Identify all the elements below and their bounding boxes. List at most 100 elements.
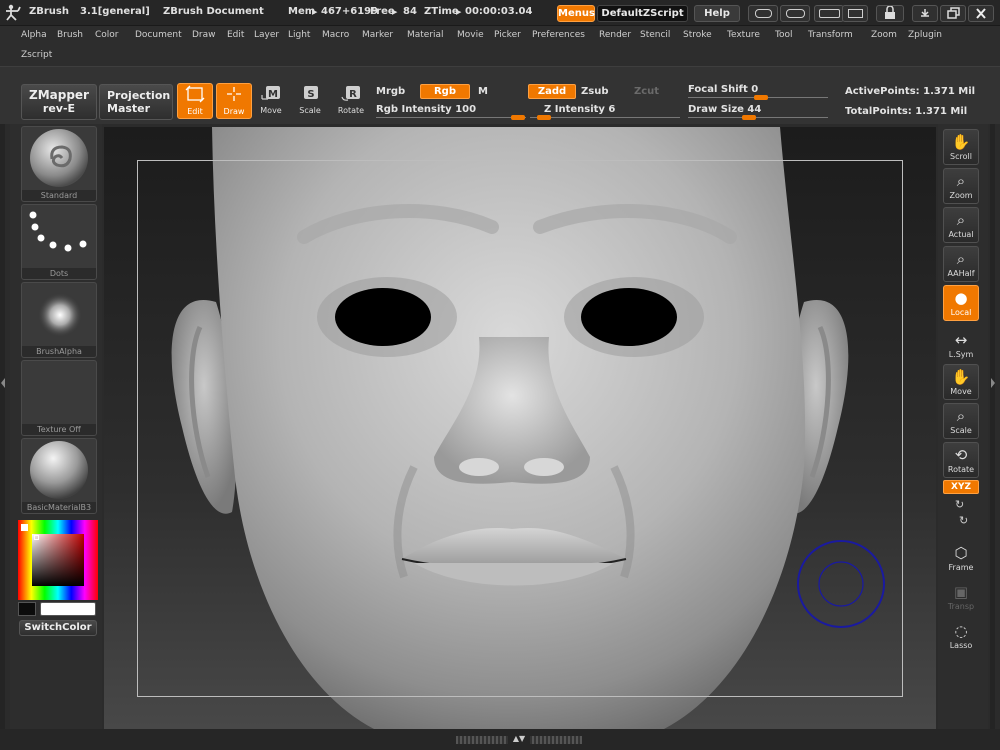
tray-toggle-icon[interactable]: ▲▼ bbox=[508, 733, 530, 745]
right-tray-edge[interactable] bbox=[990, 124, 995, 729]
frame-button[interactable]: ⬡ Frame bbox=[943, 540, 979, 576]
scroll-button[interactable]: ✋ Scroll bbox=[943, 129, 979, 165]
projection-master-button[interactable]: Projection Master bbox=[99, 84, 173, 120]
local-symmetry-icon: ↔ bbox=[954, 331, 968, 349]
document-canvas[interactable] bbox=[104, 127, 936, 729]
local-button[interactable]: ● Local bbox=[943, 285, 979, 321]
menu-zplugin[interactable]: Zplugin bbox=[908, 30, 942, 40]
zadd-toggle[interactable]: Zadd bbox=[528, 84, 576, 99]
layout-small-icon[interactable] bbox=[748, 5, 778, 22]
menu-edit[interactable]: Edit bbox=[227, 30, 244, 40]
menu-transform[interactable]: Transform bbox=[808, 30, 853, 40]
lsym-button[interactable]: ↔ L.Sym bbox=[943, 327, 979, 363]
menu-preferences[interactable]: Preferences bbox=[532, 30, 585, 40]
brush-cursor-icon bbox=[797, 540, 885, 628]
draw-tool-button[interactable]: Draw bbox=[216, 83, 252, 119]
z-rotation-icon[interactable]: ↻ bbox=[959, 514, 968, 527]
material-thumb[interactable]: BasicMaterialB3 bbox=[21, 438, 97, 514]
mem-arrow-icon: ▶ bbox=[312, 8, 318, 16]
menu-alpha[interactable]: Alpha bbox=[21, 30, 47, 40]
active-points-label: ActivePoints: 1.371 Mil bbox=[845, 86, 976, 97]
move-button[interactable]: ✋ Move bbox=[943, 364, 979, 400]
texture-label: Texture Off bbox=[22, 424, 96, 435]
rotate-tool-button[interactable]: R Rotate bbox=[333, 83, 369, 119]
stroke-dots-thumb[interactable]: Dots bbox=[21, 204, 97, 280]
layout-dock-icon[interactable] bbox=[842, 5, 868, 22]
menu-document[interactable]: Document bbox=[135, 30, 182, 40]
scale-button[interactable]: ⌕ Scale bbox=[943, 403, 979, 439]
menu-marker[interactable]: Marker bbox=[362, 30, 393, 40]
switch-color-button[interactable]: SwitchColor bbox=[19, 620, 97, 636]
close-icon[interactable] bbox=[968, 5, 994, 22]
scale-tool-button[interactable]: S Scale bbox=[292, 83, 328, 119]
rgb-intensity-value: 100 bbox=[455, 104, 477, 115]
menu-macro[interactable]: Macro bbox=[322, 30, 349, 40]
transp-button[interactable]: ▣ Transp bbox=[943, 579, 979, 615]
zoom-label: Zoom bbox=[949, 191, 973, 200]
left-tray-edge[interactable] bbox=[0, 124, 5, 729]
menu-zscript[interactable]: Zscript bbox=[21, 50, 52, 60]
free-label: Free bbox=[370, 6, 395, 17]
color-saturation-square[interactable] bbox=[32, 534, 84, 586]
minimize-icon[interactable] bbox=[912, 5, 938, 22]
m-toggle[interactable]: M bbox=[478, 86, 488, 97]
move-tool-label: Move bbox=[260, 106, 282, 115]
menu-render[interactable]: Render bbox=[599, 30, 631, 40]
draw-size-slider[interactable] bbox=[742, 115, 756, 120]
scale-icon: ⌕ bbox=[956, 407, 966, 425]
default-zscript-button[interactable]: DefaultZScript bbox=[597, 5, 688, 22]
menu-stencil[interactable]: Stencil bbox=[640, 30, 670, 40]
ztime-arrow-icon: ▶ bbox=[456, 8, 462, 16]
total-points-label: TotalPoints: 1.371 Mil bbox=[845, 106, 968, 117]
xyz-toggle[interactable]: XYZ bbox=[943, 480, 979, 494]
texture-thumb[interactable]: Texture Off bbox=[21, 360, 97, 436]
menu-light[interactable]: Light bbox=[288, 30, 310, 40]
mrgb-toggle[interactable]: Mrgb bbox=[376, 86, 405, 97]
menu-layer[interactable]: Layer bbox=[254, 30, 279, 40]
rgb-toggle[interactable]: Rgb bbox=[420, 84, 470, 99]
rotate-button[interactable]: ⟲ Rotate bbox=[943, 442, 979, 478]
menu-draw[interactable]: Draw bbox=[192, 30, 216, 40]
menu-movie[interactable]: Movie bbox=[457, 30, 484, 40]
menu-picker[interactable]: Picker bbox=[494, 30, 521, 40]
actual-button[interactable]: ⌕ Actual bbox=[943, 207, 979, 243]
layout-medium-icon[interactable] bbox=[780, 5, 810, 22]
y-rotation-icon[interactable]: ↻ bbox=[955, 498, 964, 511]
menu-brush[interactable]: Brush bbox=[57, 30, 83, 40]
menus-button[interactable]: Menus bbox=[557, 5, 595, 22]
secondary-color-swatch[interactable] bbox=[40, 602, 96, 616]
color-hue-marker[interactable] bbox=[21, 524, 28, 531]
alpha-thumb[interactable]: BrushAlpha bbox=[21, 282, 97, 358]
menu-color[interactable]: Color bbox=[95, 30, 119, 40]
lasso-icon: ◌ bbox=[954, 622, 968, 640]
move-tool-button[interactable]: M Move bbox=[253, 83, 289, 119]
zcut-toggle[interactable]: Zcut bbox=[634, 86, 659, 97]
focal-shift-value: 0 bbox=[751, 84, 759, 95]
menu-stroke[interactable]: Stroke bbox=[683, 30, 712, 40]
menu-texture[interactable]: Texture bbox=[727, 30, 760, 40]
restore-icon[interactable] bbox=[940, 5, 966, 22]
menu-material[interactable]: Material bbox=[407, 30, 444, 40]
layout-wide-icon[interactable] bbox=[814, 5, 844, 22]
lock-icon[interactable] bbox=[876, 5, 904, 22]
zoom-button[interactable]: ⌕ Zoom bbox=[943, 168, 979, 204]
main-color-swatch[interactable] bbox=[18, 602, 36, 616]
right-tray-arrow-icon[interactable] bbox=[991, 378, 995, 388]
menu-tool[interactable]: Tool bbox=[775, 30, 792, 40]
color-value-marker[interactable] bbox=[34, 535, 39, 540]
edit-tool-button[interactable]: Edit bbox=[177, 83, 213, 119]
brush-standard-thumb[interactable]: Standard bbox=[21, 126, 97, 202]
help-button[interactable]: Help bbox=[694, 5, 740, 22]
left-tray-arrow-icon[interactable] bbox=[1, 378, 5, 388]
z-intensity-slider[interactable] bbox=[537, 115, 551, 120]
rotate-label: Rotate bbox=[947, 465, 975, 474]
rgb-intensity-slider[interactable] bbox=[511, 115, 525, 120]
material-label: BasicMaterialB3 bbox=[22, 502, 96, 513]
edit-tool-label: Edit bbox=[187, 107, 203, 116]
menu-zoom[interactable]: Zoom bbox=[871, 30, 897, 40]
focal-shift-slider[interactable] bbox=[754, 95, 768, 100]
aahalf-button[interactable]: ⌕ AAHalf bbox=[943, 246, 979, 282]
zsub-toggle[interactable]: Zsub bbox=[581, 86, 608, 97]
lasso-button[interactable]: ◌ Lasso bbox=[943, 618, 979, 654]
zmapper-button[interactable]: ZMapper rev-E bbox=[21, 84, 97, 120]
